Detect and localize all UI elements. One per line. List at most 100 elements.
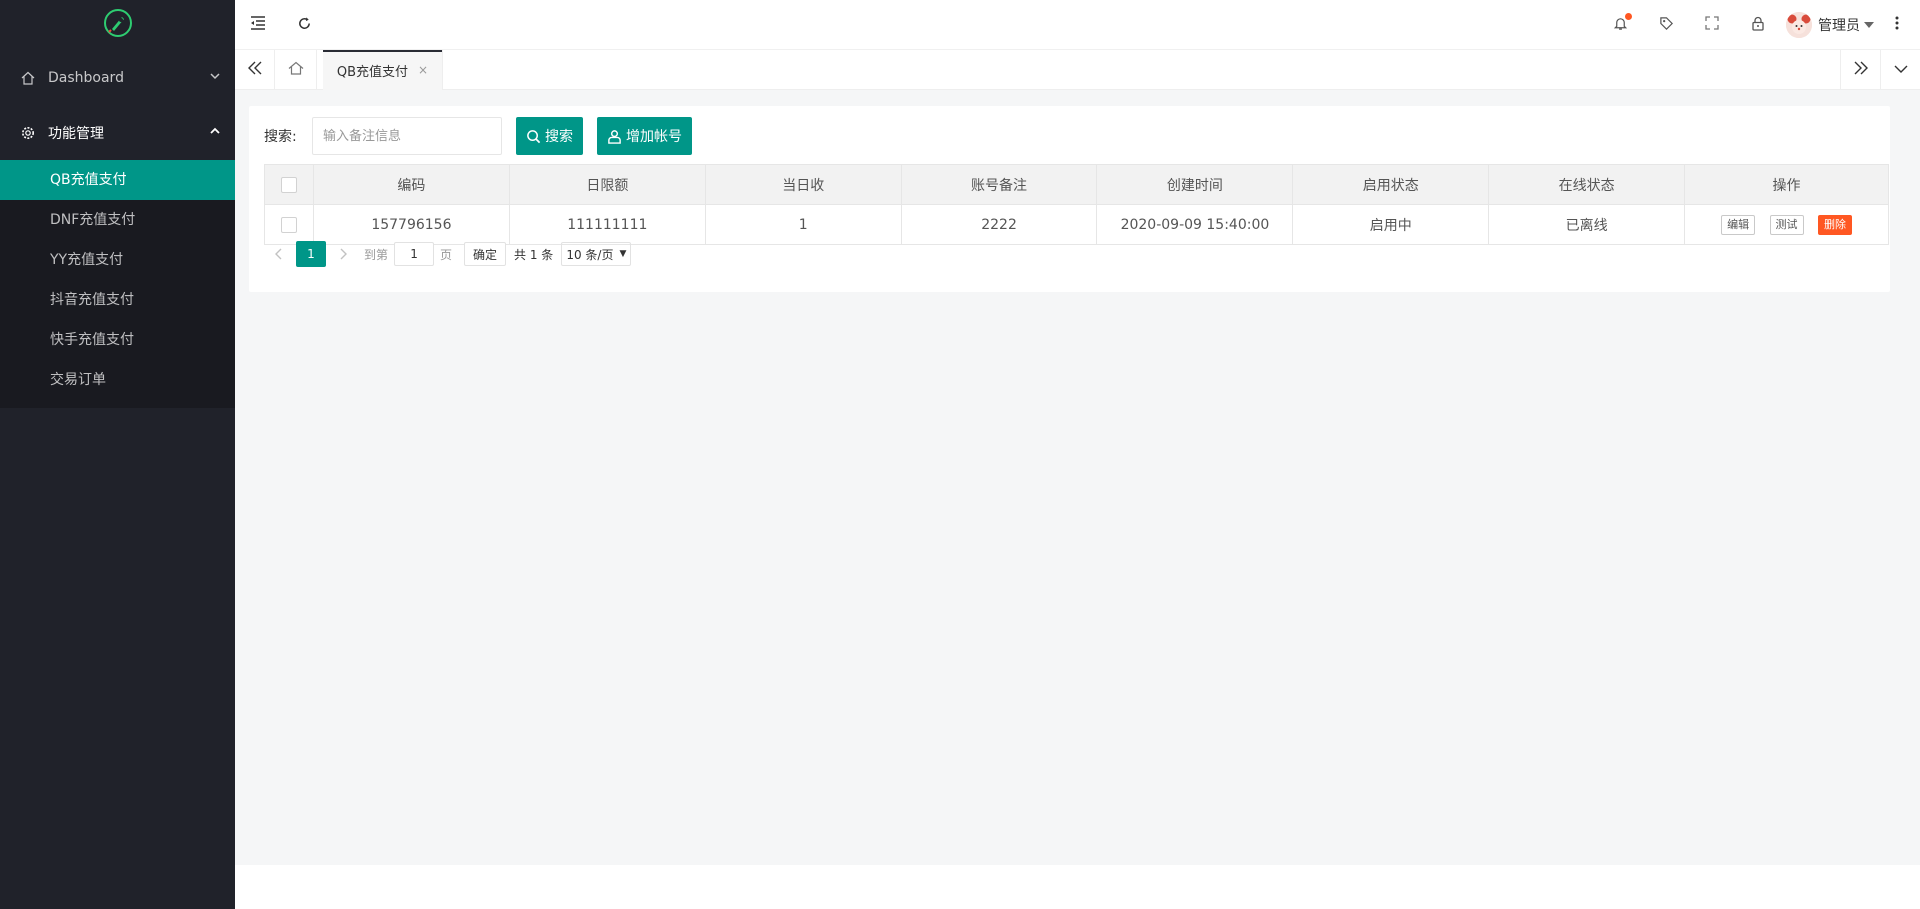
tag-button[interactable] <box>1643 0 1689 50</box>
cell-daily-received: 1 <box>704 204 902 245</box>
tabs-bar: QB充值支付 × <box>235 50 1920 90</box>
test-button[interactable]: 测试 <box>1769 214 1804 235</box>
column-header-enabled[interactable]: 启用状态 <box>1292 164 1490 205</box>
more-vertical-icon <box>1895 16 1899 34</box>
cell-created: 2020-09-09 15:40:00 <box>1096 204 1294 245</box>
cell-enabled-status: 启用中 <box>1292 204 1490 245</box>
goto-page-input[interactable] <box>394 242 435 266</box>
goto-label: 到第 <box>364 247 389 262</box>
home-icon <box>20 70 36 86</box>
sidebar-item-dashboard[interactable]: Dashboard <box>0 50 235 105</box>
tabs-scroll-right-button[interactable] <box>1840 50 1880 90</box>
user-menu[interactable]: 管理员 <box>1786 0 1874 50</box>
current-page[interactable]: 1 <box>296 241 326 267</box>
column-header-online[interactable]: 在线状态 <box>1488 164 1686 205</box>
accounts-table: 编码 日限额 当日收 账号备注 创建时间 启用状态 在线状态 操作 157796… <box>264 164 1889 245</box>
delete-button[interactable]: 删除 <box>1817 214 1852 235</box>
search-button-label: 搜索 <box>545 129 573 145</box>
tab-label: QB充值支付 <box>336 64 409 80</box>
sidebar-item-label: 功能管理 <box>48 125 104 142</box>
double-chevron-left-icon <box>247 61 263 79</box>
page-size-select[interactable]: 10 条/页 ▼ <box>561 242 632 266</box>
cell-code: 157796156 <box>312 204 510 245</box>
column-header-daily-limit[interactable]: 日限额 <box>508 164 706 205</box>
sidebar-item-label: Dashboard <box>48 69 124 86</box>
add-account-button-label: 增加帐号 <box>626 129 682 145</box>
submenu: QB充值支付 DNF充值支付 YY充值支付 抖音充值支付 快手充值支付 交易订单 <box>0 160 235 408</box>
fullscreen-button[interactable] <box>1689 0 1735 50</box>
column-header-created[interactable]: 创建时间 <box>1096 164 1294 205</box>
row-checkbox[interactable] <box>280 216 297 233</box>
chevron-down-icon <box>1894 62 1908 78</box>
close-icon[interactable]: × <box>418 63 428 77</box>
tab-qb-pay[interactable]: QB充值支付 × <box>323 50 443 90</box>
cell-remark: 2222 <box>900 204 1098 245</box>
row-checkbox-cell <box>264 204 314 245</box>
table-row: 157796156 111111111 1 2222 2020-09-09 15… <box>264 204 1889 245</box>
cell-online-status: 已离线 <box>1488 204 1686 245</box>
tabs-scroll-left-button[interactable] <box>235 50 275 90</box>
pagination: 1 到第 页 确定 共 1 条 10 条/页 ▼ <box>264 240 632 268</box>
search-button[interactable]: 搜索 <box>516 117 583 155</box>
table-header-row: 编码 日限额 当日收 账号备注 创建时间 启用状态 在线状态 操作 <box>264 164 1889 205</box>
sidebar-item-yy-pay[interactable]: YY充值支付 <box>0 240 235 280</box>
sidebar-item-dnf-pay[interactable]: DNF充值支付 <box>0 200 235 240</box>
caret-down-icon <box>1864 17 1874 33</box>
column-header-code[interactable]: 编码 <box>312 164 510 205</box>
page-size-value: 10 条/页 <box>566 247 614 262</box>
fullscreen-icon <box>1705 16 1719 34</box>
search-icon <box>526 129 545 144</box>
total-count: 共 1 条 <box>514 247 554 262</box>
bell-icon <box>1613 12 1632 35</box>
column-header-actions: 操作 <box>1684 164 1889 205</box>
sidebar-item-douyin-pay[interactable]: 抖音充值支付 <box>0 280 235 320</box>
column-header-remark[interactable]: 账号备注 <box>900 164 1098 205</box>
goto-confirm-button[interactable]: 确定 <box>464 242 507 266</box>
column-header-daily-received[interactable]: 当日收 <box>704 164 902 205</box>
notification-button[interactable] <box>1597 0 1643 50</box>
home-icon <box>288 61 304 79</box>
refresh-icon <box>297 16 312 35</box>
sidebar-item-function-management[interactable]: 功能管理 <box>0 105 235 160</box>
sidebar: Dashboard 功能管理 QB充值支付 DNF充值支付 YY充值支付 抖音充… <box>0 0 235 909</box>
avatar <box>1786 12 1812 38</box>
edit-button[interactable]: 编辑 <box>1721 214 1756 235</box>
content-card: 搜索: 搜索 增加帐号 编码 <box>249 106 1890 292</box>
search-label: 搜索: <box>264 129 297 145</box>
chevron-up-icon <box>209 125 221 141</box>
lock-screen-button[interactable] <box>1735 0 1781 50</box>
search-bar: 搜索: 搜索 增加帐号 <box>264 116 692 156</box>
logo[interactable] <box>0 0 235 50</box>
sidebar-item-qb-pay[interactable]: QB充值支付 <box>0 160 235 200</box>
tabs-menu-button[interactable] <box>1880 50 1920 90</box>
user-name: 管理员 <box>1818 18 1860 34</box>
sidebar-item-kuaishou-pay[interactable]: 快手充值支付 <box>0 320 235 360</box>
search-input[interactable] <box>312 117 502 155</box>
tag-icon <box>1659 16 1674 35</box>
add-user-icon <box>607 129 626 144</box>
notification-dot <box>1624 12 1632 20</box>
collapse-sidebar-button[interactable] <box>235 0 281 50</box>
cell-actions: 编辑 测试 删除 <box>1684 204 1889 245</box>
caret-down-icon: ▼ <box>619 249 627 259</box>
refresh-button[interactable] <box>281 0 327 50</box>
more-button[interactable] <box>1874 0 1920 50</box>
tab-home[interactable] <box>275 50 317 90</box>
gear-icon <box>20 125 36 141</box>
select-all-checkbox[interactable] <box>280 176 297 193</box>
add-account-button[interactable]: 增加帐号 <box>597 117 692 155</box>
double-chevron-right-icon <box>1853 61 1869 79</box>
lock-icon <box>1751 16 1765 35</box>
prev-page-button[interactable] <box>264 241 292 267</box>
header: 管理员 <box>235 0 1920 50</box>
header-checkbox-cell <box>264 164 314 205</box>
main-content: 搜索: 搜索 增加帐号 编码 <box>235 90 1920 865</box>
indent-icon <box>250 16 266 34</box>
cell-daily-limit: 111111111 <box>508 204 706 245</box>
page-label: 页 <box>440 247 453 262</box>
rocket-logo-icon <box>103 8 133 42</box>
sidebar-item-orders[interactable]: 交易订单 <box>0 360 235 400</box>
next-page-button[interactable] <box>330 241 358 267</box>
chevron-down-icon <box>209 70 221 86</box>
footer <box>235 865 1920 909</box>
